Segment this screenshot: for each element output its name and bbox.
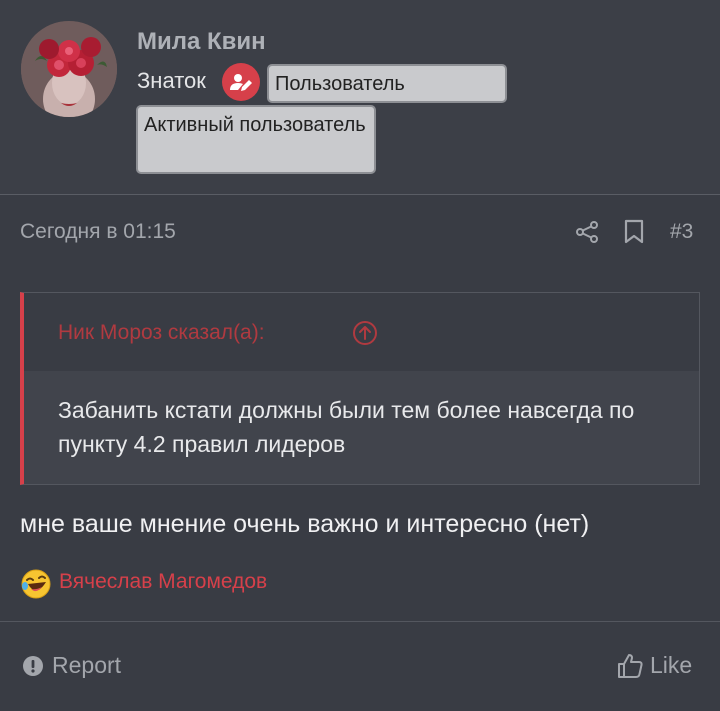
- post-message: мне ваше мнение очень важно и интересно …: [20, 510, 590, 538]
- like-label: Like: [650, 652, 693, 678]
- user-tag-user: Пользователь: [267, 64, 507, 103]
- like-button[interactable]: Like: [617, 652, 692, 679]
- arrow-up-circle-icon[interactable]: [352, 320, 378, 346]
- report-label: Report: [52, 652, 122, 678]
- avatar-image: [21, 21, 117, 117]
- post: Мила Квин Знаток Пользователь Активный п…: [0, 0, 720, 711]
- user-rank: Знаток: [137, 68, 206, 93]
- alert-circle-icon: [23, 655, 43, 676]
- footer-divider: [0, 621, 720, 622]
- username[interactable]: Мила Квин: [137, 28, 266, 56]
- bookmark-icon[interactable]: [623, 219, 645, 245]
- report-button[interactable]: Report: [22, 652, 121, 679]
- reaction-user-link[interactable]: Вячеслав Магомедов: [59, 570, 267, 594]
- share-icon[interactable]: [575, 220, 599, 244]
- post-number-link[interactable]: #3: [670, 220, 693, 244]
- quote-text: Забанить кстати должны были тем более на…: [58, 397, 635, 457]
- quote-author[interactable]: Ник Мороз сказал(а):: [58, 321, 265, 345]
- thumbs-up-icon: [618, 654, 643, 678]
- user-block: Мила Квин Знаток Пользователь Активный п…: [0, 0, 720, 195]
- laughing-emoji-icon[interactable]: [20, 568, 52, 600]
- quote-block: Ник Мороз сказал(а): Забанить кстати дол…: [20, 292, 700, 485]
- avatar[interactable]: [21, 21, 117, 117]
- post-date[interactable]: Сегодня в 01:15: [20, 220, 176, 244]
- user-tag-active: Активный пользователь: [136, 105, 376, 174]
- quote-body: Забанить кстати должны были тем более на…: [24, 371, 699, 484]
- quote-header: Ник Мороз сказал(а):: [24, 293, 699, 371]
- user-edit-icon: [222, 63, 260, 101]
